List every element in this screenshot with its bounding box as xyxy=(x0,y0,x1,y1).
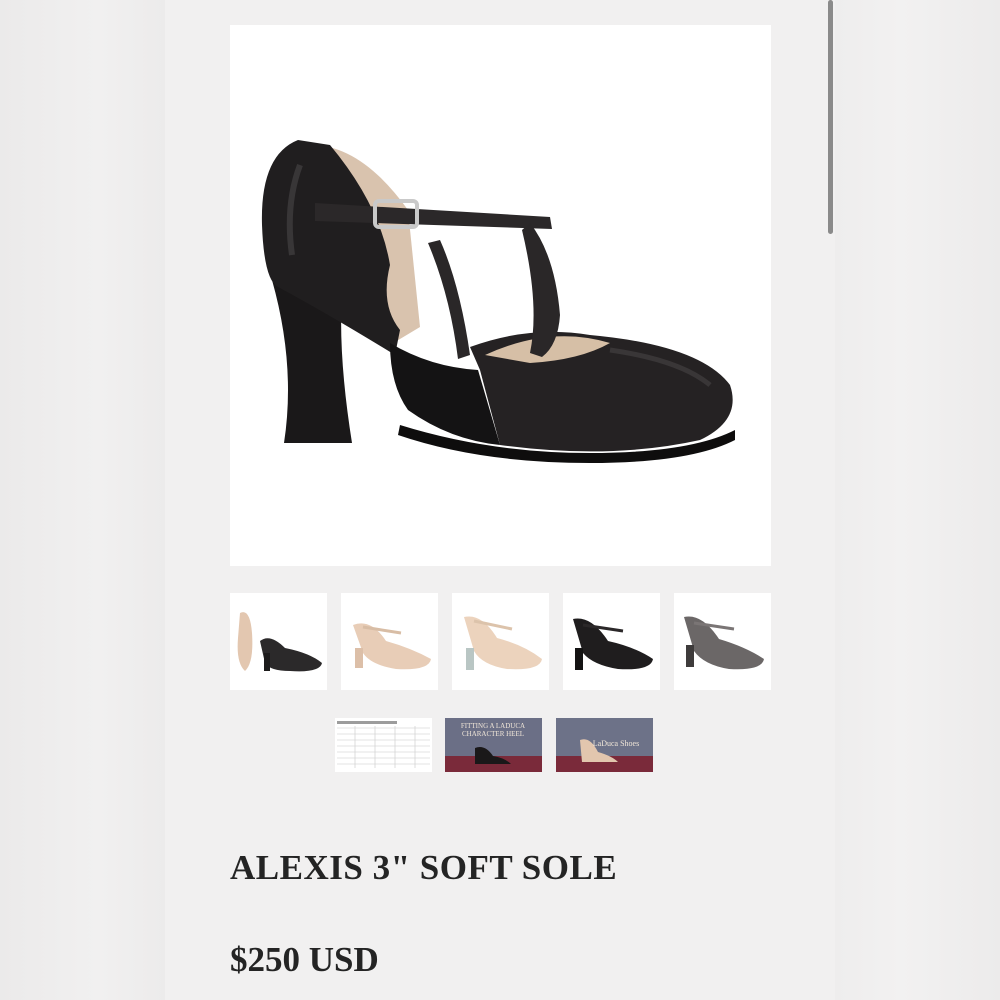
thumbnail-laduca-video[interactable]: LaDuca Shoes xyxy=(556,718,653,772)
tan-shoe-icon xyxy=(353,623,431,670)
tan-shoe-clear-heel-icon xyxy=(464,616,542,670)
thumbnail-size-chart[interactable] xyxy=(335,718,432,772)
shoe-image xyxy=(261,140,735,463)
scrollbar-thumb[interactable] xyxy=(828,0,833,234)
video-thumbnail-icon: LaDuca Shoes xyxy=(556,718,653,772)
thumbnail-black[interactable] xyxy=(563,593,660,690)
thumbnail-tan-clear[interactable] xyxy=(452,593,549,690)
background-blur-left xyxy=(0,0,165,1000)
product-price: $250 USD xyxy=(230,940,379,979)
black-shoe-icon xyxy=(573,618,653,670)
thumbnail-grey[interactable] xyxy=(674,593,771,690)
svg-text:CHARACTER HEEL: CHARACTER HEEL xyxy=(462,730,524,738)
video-thumbnail-icon: FITTING A LADUCA CHARACTER HEEL xyxy=(445,718,542,772)
svg-text:FITTING A LADUCA: FITTING A LADUCA xyxy=(461,722,525,730)
product-page: FITTING A LADUCA CHARACTER HEEL LaDuca S… xyxy=(165,0,835,1000)
background-blur-right xyxy=(835,0,1000,1000)
product-main-image[interactable] xyxy=(230,25,771,566)
grey-shoe-icon xyxy=(684,616,764,670)
thumbnail-pair[interactable] xyxy=(230,593,327,690)
svg-text:LaDuca Shoes: LaDuca Shoes xyxy=(593,739,639,748)
size-chart-icon xyxy=(335,718,432,772)
thumbnail-tan[interactable] xyxy=(341,593,438,690)
product-title: ALEXIS 3" SOFT SOLE xyxy=(230,848,618,887)
thumbnail-fitting-video[interactable]: FITTING A LADUCA CHARACTER HEEL xyxy=(445,718,542,772)
shoe-pair-icon xyxy=(237,612,322,672)
